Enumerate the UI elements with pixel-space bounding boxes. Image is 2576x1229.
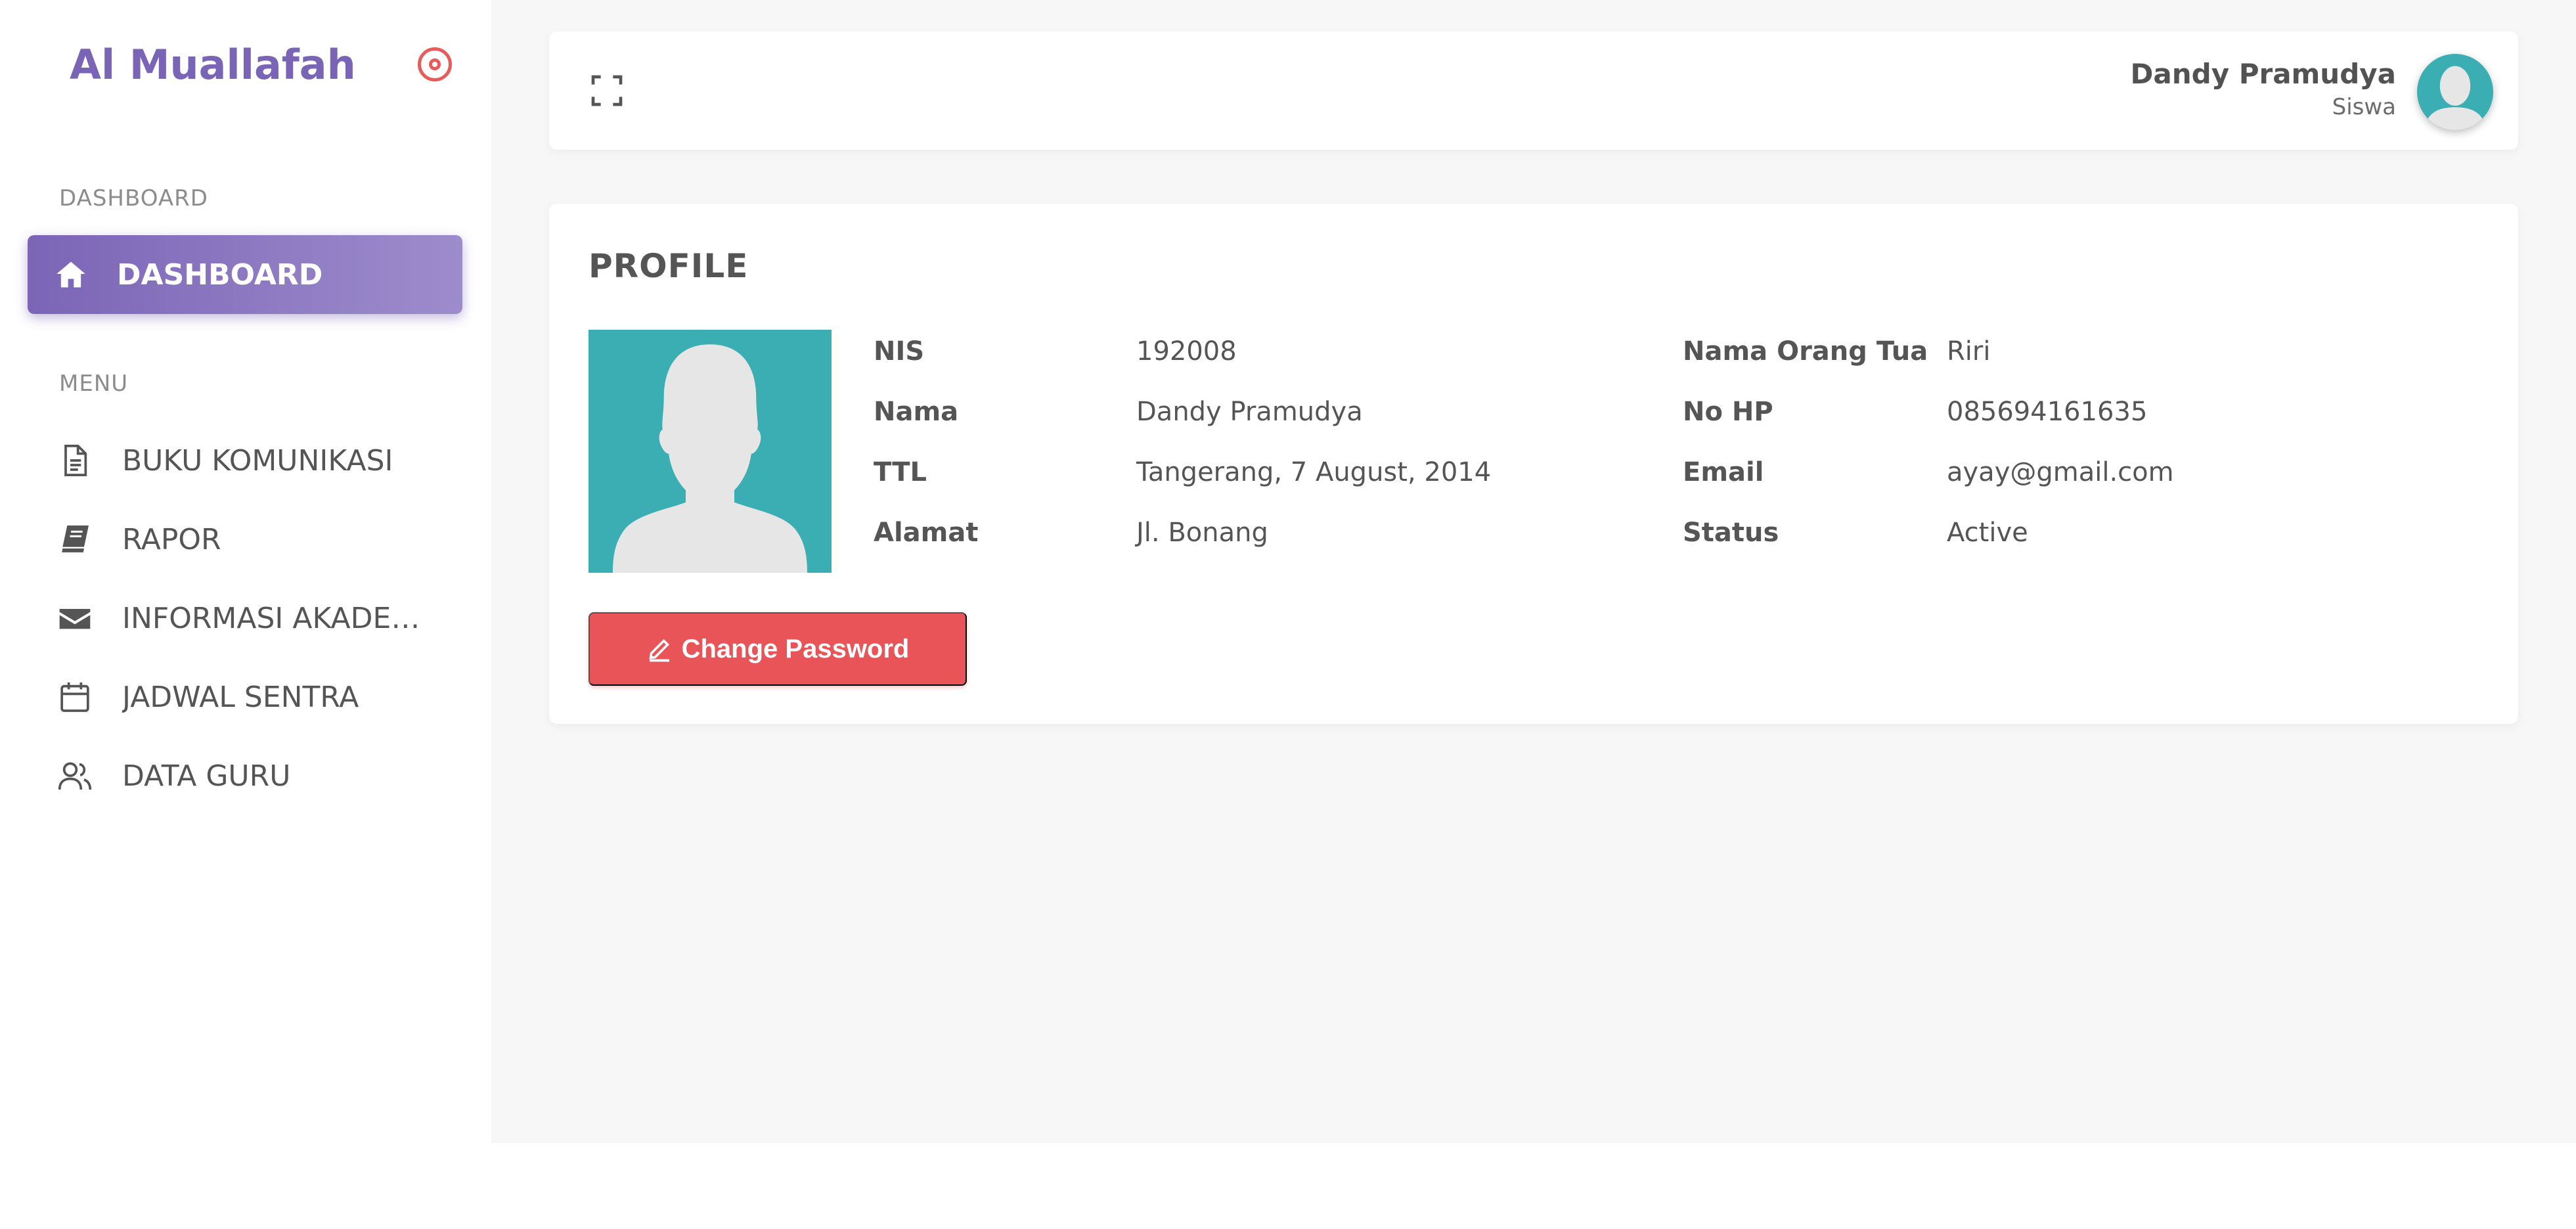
sidebar-toggle-icon[interactable] — [418, 47, 452, 81]
user-silhouette-icon — [588, 330, 832, 573]
sidebar-item-rapor[interactable]: RAPOR — [55, 510, 449, 569]
sidebar-item-jadwal-sentra[interactable]: JADWAL SENTRA — [55, 667, 449, 726]
app-root: Al Muallafah DASHBOARD DASHBOARD MENU BU… — [0, 0, 2576, 1229]
field-label-nama-orang-tua: Nama Orang Tua — [1683, 336, 1928, 367]
change-password-button[interactable]: Change Password — [588, 612, 967, 686]
field-value-alamat: Jl. Bonang — [1136, 518, 1268, 548]
sidebar-item-label: INFORMASI AKADEMIK — [122, 601, 428, 635]
field-value-nama-orang-tua: Riri — [1947, 336, 1991, 367]
sidebar-item-dashboard[interactable]: DASHBOARD — [28, 235, 462, 314]
sidebar-item-label: JADWAL SENTRA — [122, 680, 359, 714]
profile-card: PROFILE NIS 192008 Nama Dandy Pramudya T… — [549, 204, 2518, 724]
fullscreen-icon[interactable] — [588, 72, 625, 109]
page-title: PROFILE — [588, 247, 749, 285]
field-label-no-hp: No HP — [1683, 397, 1773, 427]
field-label-nama: Nama — [874, 397, 959, 427]
document-icon — [55, 441, 95, 480]
sidebar-item-label: BUKU KOMUNIKASI — [122, 443, 393, 478]
change-password-label: Change Password — [681, 634, 910, 663]
section-label-dashboard: DASHBOARD — [59, 185, 208, 212]
field-value-nis: 192008 — [1136, 336, 1237, 367]
sidebar-item-informasi-akademik[interactable]: INFORMASI AKADEMIK — [55, 589, 449, 648]
field-label-ttl: TTL — [874, 457, 927, 487]
sidebar-item-buku-komunikasi[interactable]: BUKU KOMUNIKASI — [55, 431, 449, 490]
avatar[interactable] — [2417, 54, 2493, 130]
field-label-email: Email — [1683, 457, 1764, 487]
main-content: Dandy Pramudya Siswa PROFILE NIS 192008 … — [491, 0, 2576, 1143]
sidebar-item-data-guru[interactable]: DATA GURU — [55, 746, 449, 805]
topbar: Dandy Pramudya Siswa — [549, 32, 2518, 150]
field-label-alamat: Alamat — [874, 518, 979, 548]
field-label-nis: NIS — [874, 336, 925, 367]
section-label-menu: MENU — [59, 370, 129, 397]
user-silhouette-icon — [2417, 54, 2493, 130]
envelope-icon — [55, 598, 95, 638]
user-role: Siswa — [2332, 94, 2396, 120]
book-icon — [55, 520, 95, 559]
field-value-nama: Dandy Pramudya — [1136, 397, 1363, 427]
sidebar-item-label: RAPOR — [122, 522, 221, 556]
sidebar-item-label: DATA GURU — [122, 759, 291, 793]
field-label-status: Status — [1683, 518, 1779, 548]
pencil-icon — [649, 638, 669, 662]
home-icon — [56, 261, 85, 288]
sidebar: Al Muallafah DASHBOARD DASHBOARD MENU BU… — [0, 0, 491, 1143]
field-value-status: Active — [1947, 518, 2028, 548]
sidebar-item-label: DASHBOARD — [117, 257, 323, 292]
user-name: Dandy Pramudya — [2130, 58, 2396, 90]
brand-name[interactable]: Al Muallafah — [70, 41, 356, 89]
calendar-icon — [55, 677, 95, 717]
field-value-email: ayay@gmail.com — [1947, 457, 2174, 487]
users-icon — [55, 756, 95, 795]
field-value-ttl: Tangerang, 7 August, 2014 — [1136, 457, 1492, 487]
field-value-no-hp: 085694161635 — [1947, 397, 2148, 427]
profile-photo — [588, 330, 832, 573]
user-info[interactable]: Dandy Pramudya Siswa — [2131, 58, 2396, 120]
